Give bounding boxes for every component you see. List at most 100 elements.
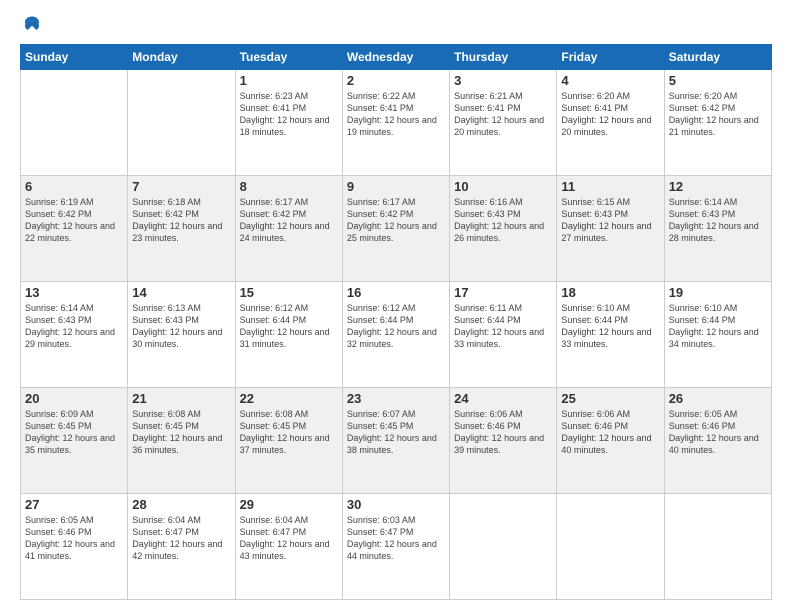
day-info: Sunrise: 6:06 AMSunset: 6:46 PMDaylight:…	[454, 408, 552, 457]
calendar-cell: 3 Sunrise: 6:21 AMSunset: 6:41 PMDaylight…	[450, 70, 557, 176]
calendar-cell: 27 Sunrise: 6:05 AMSunset: 6:46 PMDayligh…	[21, 494, 128, 600]
calendar-cell: 24 Sunrise: 6:06 AMSunset: 6:46 PMDayligh…	[450, 388, 557, 494]
calendar-cell: 26Sunrise: 6:05 AMSunset: 6:46 PMDayligh…	[664, 388, 771, 494]
logo-bird-icon	[22, 14, 42, 34]
day-number: 8	[240, 179, 338, 194]
day-number: 24	[454, 391, 552, 406]
calendar-cell	[21, 70, 128, 176]
day-info: Sunrise: 6:20 AMSunset: 6:42 PMDaylight:…	[669, 90, 767, 139]
calendar-week-row: 1 Sunrise: 6:23 AMSunset: 6:41 PMDaylight…	[21, 70, 772, 176]
day-number: 30	[347, 497, 445, 512]
day-number: 12	[669, 179, 767, 194]
calendar-cell: 19Sunrise: 6:10 AMSunset: 6:44 PMDayligh…	[664, 282, 771, 388]
day-info: Sunrise: 6:08 AMSunset: 6:45 PMDaylight:…	[240, 408, 338, 457]
day-info: Sunrise: 6:18 AMSunset: 6:42 PMDaylight:…	[132, 196, 230, 245]
day-number: 11	[561, 179, 659, 194]
day-number: 7	[132, 179, 230, 194]
logo	[20, 16, 42, 34]
calendar-cell: 2Sunrise: 6:22 AMSunset: 6:41 PMDaylight…	[342, 70, 449, 176]
calendar-cell: 17Sunrise: 6:11 AMSunset: 6:44 PMDayligh…	[450, 282, 557, 388]
day-number: 26	[669, 391, 767, 406]
day-info: Sunrise: 6:12 AMSunset: 6:44 PMDaylight:…	[240, 302, 338, 351]
day-info: Sunrise: 6:17 AMSunset: 6:42 PMDaylight:…	[347, 196, 445, 245]
day-number: 21	[132, 391, 230, 406]
day-info: Sunrise: 6:13 AMSunset: 6:43 PMDaylight:…	[132, 302, 230, 351]
day-number: 3	[454, 73, 552, 88]
day-info: Sunrise: 6:19 AMSunset: 6:42 PMDaylight:…	[25, 196, 123, 245]
calendar-cell	[450, 494, 557, 600]
calendar-week-row: 6 Sunrise: 6:19 AMSunset: 6:42 PMDaylight…	[21, 176, 772, 282]
day-number: 5	[669, 73, 767, 88]
day-info: Sunrise: 6:09 AMSunset: 6:45 PMDaylight:…	[25, 408, 123, 457]
calendar-cell	[664, 494, 771, 600]
day-info: Sunrise: 6:14 AMSunset: 6:43 PMDaylight:…	[25, 302, 123, 351]
calendar-cell: 7 Sunrise: 6:18 AMSunset: 6:42 PMDaylight…	[128, 176, 235, 282]
day-number: 20	[25, 391, 123, 406]
calendar-cell: 28Sunrise: 6:04 AMSunset: 6:47 PMDayligh…	[128, 494, 235, 600]
calendar-header-row: Sunday Monday Tuesday Wednesday Thursday…	[21, 45, 772, 70]
calendar-cell: 29Sunrise: 6:04 AMSunset: 6:47 PMDayligh…	[235, 494, 342, 600]
col-monday: Monday	[128, 45, 235, 70]
col-friday: Friday	[557, 45, 664, 70]
calendar-cell: 8 Sunrise: 6:17 AMSunset: 6:42 PMDaylight…	[235, 176, 342, 282]
day-number: 6	[25, 179, 123, 194]
day-info: Sunrise: 6:23 AMSunset: 6:41 PMDaylight:…	[240, 90, 338, 139]
calendar-week-row: 20 Sunrise: 6:09 AMSunset: 6:45 PMDayligh…	[21, 388, 772, 494]
header	[20, 16, 772, 34]
day-number: 10	[454, 179, 552, 194]
day-info: Sunrise: 6:10 AMSunset: 6:44 PMDaylight:…	[561, 302, 659, 351]
page: Sunday Monday Tuesday Wednesday Thursday…	[0, 0, 792, 612]
calendar-week-row: 27 Sunrise: 6:05 AMSunset: 6:46 PMDayligh…	[21, 494, 772, 600]
day-info: Sunrise: 6:03 AMSunset: 6:47 PMDaylight:…	[347, 514, 445, 563]
day-info: Sunrise: 6:10 AMSunset: 6:44 PMDaylight:…	[669, 302, 767, 351]
day-number: 23	[347, 391, 445, 406]
day-number: 15	[240, 285, 338, 300]
calendar-cell: 18 Sunrise: 6:10 AMSunset: 6:44 PMDayligh…	[557, 282, 664, 388]
col-sunday: Sunday	[21, 45, 128, 70]
calendar-cell: 16Sunrise: 6:12 AMSunset: 6:44 PMDayligh…	[342, 282, 449, 388]
calendar-cell: 11 Sunrise: 6:15 AMSunset: 6:43 PMDayligh…	[557, 176, 664, 282]
col-wednesday: Wednesday	[342, 45, 449, 70]
day-number: 14	[132, 285, 230, 300]
calendar-cell: 22 Sunrise: 6:08 AMSunset: 6:45 PMDayligh…	[235, 388, 342, 494]
calendar-cell: 10 Sunrise: 6:16 AMSunset: 6:43 PMDayligh…	[450, 176, 557, 282]
day-info: Sunrise: 6:07 AMSunset: 6:45 PMDaylight:…	[347, 408, 445, 457]
calendar-cell	[557, 494, 664, 600]
day-info: Sunrise: 6:06 AMSunset: 6:46 PMDaylight:…	[561, 408, 659, 457]
day-info: Sunrise: 6:21 AMSunset: 6:41 PMDaylight:…	[454, 90, 552, 139]
day-info: Sunrise: 6:20 AMSunset: 6:41 PMDaylight:…	[561, 90, 659, 139]
day-number: 22	[240, 391, 338, 406]
calendar-cell: 25 Sunrise: 6:06 AMSunset: 6:46 PMDayligh…	[557, 388, 664, 494]
day-number: 13	[25, 285, 123, 300]
day-info: Sunrise: 6:04 AMSunset: 6:47 PMDaylight:…	[240, 514, 338, 563]
day-number: 2	[347, 73, 445, 88]
calendar-week-row: 13 Sunrise: 6:14 AMSunset: 6:43 PMDayligh…	[21, 282, 772, 388]
col-tuesday: Tuesday	[235, 45, 342, 70]
day-number: 4	[561, 73, 659, 88]
day-number: 25	[561, 391, 659, 406]
calendar-cell: 12 Sunrise: 6:14 AMSunset: 6:43 PMDayligh…	[664, 176, 771, 282]
calendar-cell: 21 Sunrise: 6:08 AMSunset: 6:45 PMDayligh…	[128, 388, 235, 494]
day-info: Sunrise: 6:17 AMSunset: 6:42 PMDaylight:…	[240, 196, 338, 245]
calendar-cell: 13 Sunrise: 6:14 AMSunset: 6:43 PMDayligh…	[21, 282, 128, 388]
day-info: Sunrise: 6:15 AMSunset: 6:43 PMDaylight:…	[561, 196, 659, 245]
day-number: 27	[25, 497, 123, 512]
calendar-table: Sunday Monday Tuesday Wednesday Thursday…	[20, 44, 772, 600]
day-info: Sunrise: 6:14 AMSunset: 6:43 PMDaylight:…	[669, 196, 767, 245]
calendar-cell: 14 Sunrise: 6:13 AMSunset: 6:43 PMDayligh…	[128, 282, 235, 388]
day-info: Sunrise: 6:04 AMSunset: 6:47 PMDaylight:…	[132, 514, 230, 563]
day-info: Sunrise: 6:16 AMSunset: 6:43 PMDaylight:…	[454, 196, 552, 245]
calendar-cell: 30 Sunrise: 6:03 AMSunset: 6:47 PMDayligh…	[342, 494, 449, 600]
calendar-cell: 9 Sunrise: 6:17 AMSunset: 6:42 PMDaylight…	[342, 176, 449, 282]
calendar-cell: 4 Sunrise: 6:20 AMSunset: 6:41 PMDaylight…	[557, 70, 664, 176]
calendar-cell: 23 Sunrise: 6:07 AMSunset: 6:45 PMDayligh…	[342, 388, 449, 494]
day-number: 9	[347, 179, 445, 194]
calendar-cell: 20 Sunrise: 6:09 AMSunset: 6:45 PMDayligh…	[21, 388, 128, 494]
day-info: Sunrise: 6:05 AMSunset: 6:46 PMDaylight:…	[25, 514, 123, 563]
calendar-cell: 5 Sunrise: 6:20 AMSunset: 6:42 PMDaylight…	[664, 70, 771, 176]
calendar-cell	[128, 70, 235, 176]
day-number: 1	[240, 73, 338, 88]
day-info: Sunrise: 6:08 AMSunset: 6:45 PMDaylight:…	[132, 408, 230, 457]
col-saturday: Saturday	[664, 45, 771, 70]
day-number: 18	[561, 285, 659, 300]
